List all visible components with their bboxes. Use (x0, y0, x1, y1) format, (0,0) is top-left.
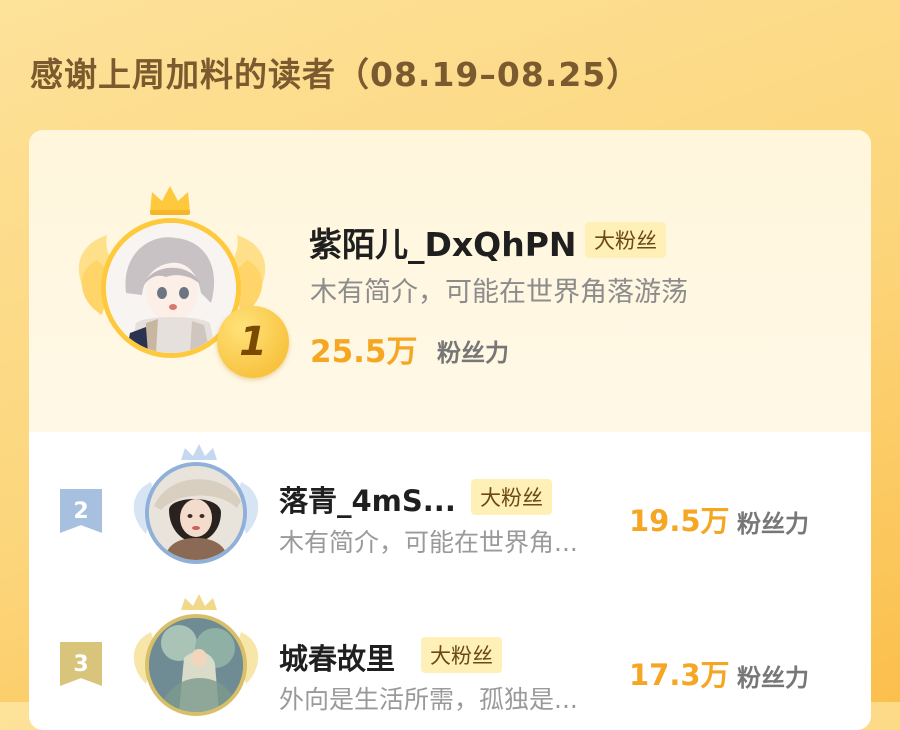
reader-name[interactable]: 紫陌儿_DxQhPN (309, 218, 577, 266)
avatar[interactable] (145, 462, 247, 564)
avatar-illustration (106, 223, 236, 353)
page-title: 感谢上周加料的读者（08.19–08.25） (30, 55, 641, 94)
fan-level-badge: 大粉丝 (421, 637, 502, 673)
rank-3-entry[interactable]: 3 城春故里 大粉丝 外向是生活所需，孤独是... 17.3万 粉丝力 (29, 592, 871, 730)
avatar-painting (149, 618, 243, 712)
rank-1-entry[interactable]: 1 紫陌儿_DxQhPN 大粉丝 木有简介，可能在世界角落游荡 25.5万 粉丝… (29, 130, 871, 432)
reader-ranking-card: 1 紫陌儿_DxQhPN 大粉丝 木有简介，可能在世界角落游荡 25.5万 粉丝… (29, 130, 871, 730)
fan-power-label: 粉丝力 (437, 339, 509, 367)
avatar-photo (149, 466, 243, 560)
reader-name[interactable]: 落青_4mS... (279, 478, 456, 520)
reader-bio: 木有简介，可能在世界角落游荡 (310, 277, 688, 308)
fan-power-value: 19.5万 (629, 504, 730, 538)
rank-flag-icon: 3 (60, 642, 102, 686)
fan-power-value: 25.5万 (310, 334, 418, 370)
fan-level-badge: 大粉丝 (585, 222, 666, 258)
fan-power-label: 粉丝力 (737, 664, 809, 692)
rank-number: 2 (73, 498, 89, 524)
fan-power-value: 17.3万 (629, 658, 730, 692)
fan-level-badge: 大粉丝 (471, 479, 552, 515)
rank-flag-icon: 2 (60, 489, 102, 533)
crown-icon (150, 186, 190, 215)
rank-number: 1 (239, 319, 267, 365)
rank-number: 3 (73, 651, 89, 677)
avatar[interactable] (145, 614, 247, 716)
rank-medal-icon: 1 (217, 306, 289, 378)
reader-bio: 木有简介，可能在世界角... (279, 528, 578, 557)
reader-name[interactable]: 城春故里 (279, 636, 395, 678)
fan-power-label: 粉丝力 (737, 510, 809, 538)
reader-bio: 外向是生活所需，孤独是... (279, 685, 578, 714)
rank-2-entry[interactable]: 2 落青_4mS... 大粉丝 木有简介，可能在世界角... 19.5万 粉丝力 (29, 432, 871, 592)
